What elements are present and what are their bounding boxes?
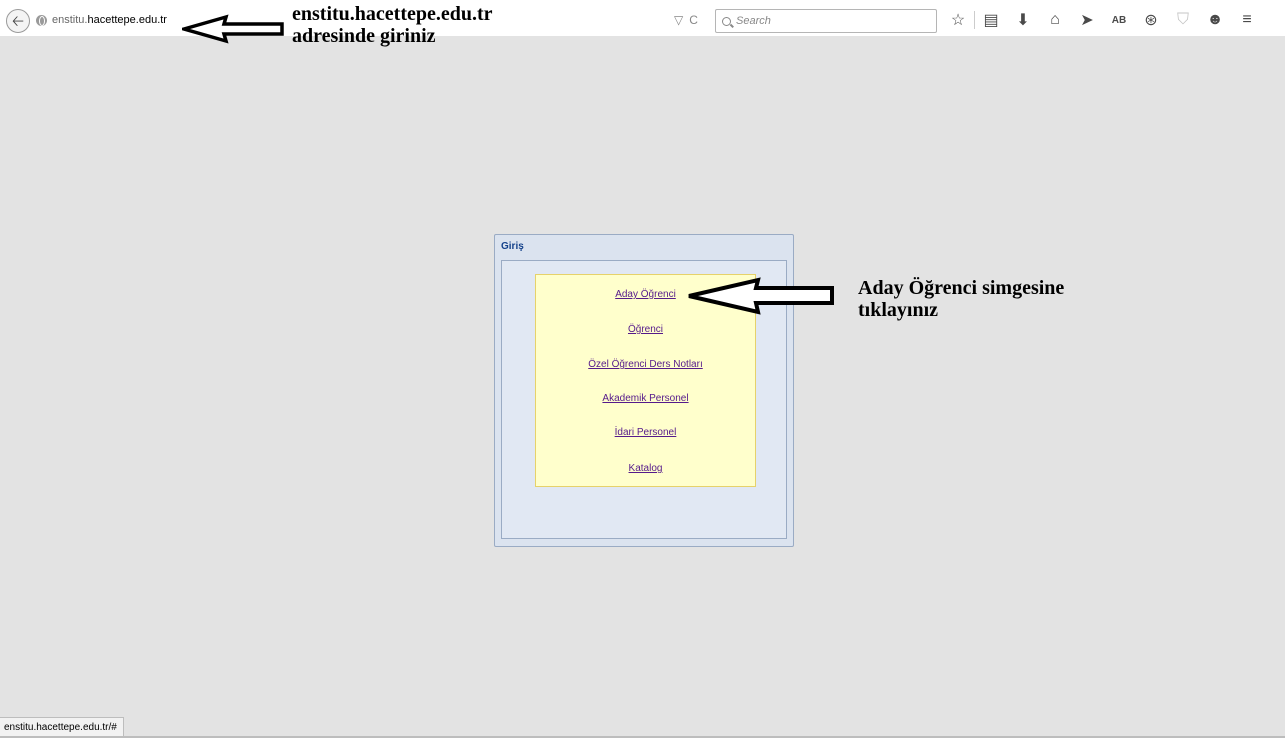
url-prefix: enstitu. [52, 14, 88, 26]
reader-view-icon[interactable]: ▽ [674, 13, 683, 27]
back-arrow-icon[interactable]: 🡠 [6, 9, 30, 33]
link-katalog[interactable]: Katalog [536, 463, 755, 474]
globe-icon[interactable]: ⊛ [1135, 10, 1167, 30]
toolbar-icons: ☆ ▤ ⬇ ⌂ ➤ AB ⊛ ⛉ ☻ ≡ [942, 9, 1263, 31]
annotation-top-line1: enstitu.hacettepe.edu.tr [292, 3, 493, 25]
address-bar[interactable]: enstitu. hacettepe.edu.tr [30, 10, 180, 30]
send-icon[interactable]: ➤ [1071, 10, 1103, 30]
annotation-right-line1: Aday Öğrenci simgesine [858, 277, 1065, 299]
bookmarks-icon[interactable]: ▤ [975, 10, 1007, 30]
annotation-arrow-top [182, 14, 284, 44]
reload-icon[interactable]: C [689, 13, 698, 27]
url-host: hacettepe.edu.tr [87, 14, 167, 26]
download-icon[interactable]: ⬇ [1007, 10, 1039, 30]
annotation-top-line2: adresinde giriniz [292, 25, 436, 47]
star-icon[interactable]: ☆ [942, 10, 974, 30]
search-icon [722, 16, 731, 26]
panel-title: Giriş [501, 241, 524, 252]
chat-icon[interactable]: ☻ [1199, 11, 1231, 29]
home-icon[interactable]: ⌂ [1039, 11, 1071, 29]
link-akademik-personel[interactable]: Akademik Personel [536, 393, 755, 404]
search-placeholder: Search [736, 15, 771, 27]
link-ozel-ogrenci-ders-notlari[interactable]: Özel Öğrenci Ders Notları [536, 359, 755, 370]
link-idari-personel[interactable]: İdari Personel [536, 427, 755, 438]
site-info-icon[interactable] [36, 14, 47, 26]
link-ogrenci[interactable]: Öğrenci [536, 324, 755, 335]
annotation-top: enstitu.hacettepe.edu.tr adresinde girin… [292, 3, 493, 47]
annotation-arrow-right [688, 277, 834, 315]
menu-icon[interactable]: ≡ [1231, 11, 1263, 29]
annotation-right: Aday Öğrenci simgesine tıklayınız [858, 277, 1064, 321]
address-bar-actions: ▽ C [674, 10, 698, 30]
ab-button[interactable]: AB [1103, 15, 1135, 26]
shield-icon[interactable]: ⛉ [1167, 11, 1199, 29]
search-input[interactable]: Search [715, 9, 937, 33]
status-bar: enstitu.hacettepe.edu.tr/# [0, 717, 124, 737]
annotation-right-line2: tıklayınız [858, 299, 939, 321]
